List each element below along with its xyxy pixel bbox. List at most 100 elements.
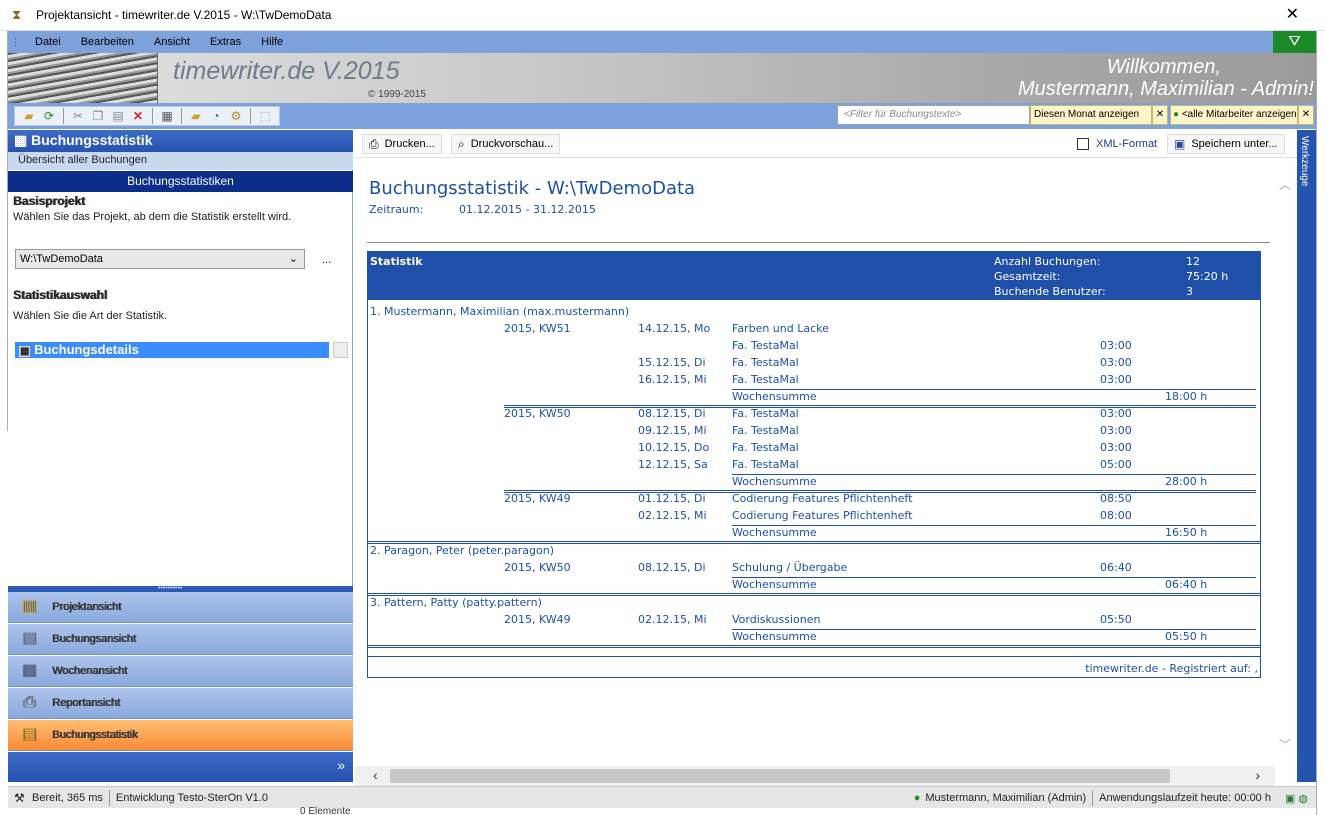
print-preview-button[interactable]: ⌕ Druckvorschau... [451, 134, 561, 154]
statistic-label: Statistikauswahl [13, 288, 108, 302]
selection-icon[interactable]: ⬚ [257, 108, 273, 124]
menu-ansicht[interactable]: Ansicht [154, 36, 190, 48]
copy-icon[interactable]: ❐ [90, 108, 106, 124]
status-tools-icon: ⚒ [14, 790, 25, 805]
toolbar-separator [250, 108, 251, 124]
nav-buchungsansicht[interactable]: ▨ Buchungsansicht [8, 624, 353, 655]
filter-toggle-button[interactable]: ⛛ [1273, 31, 1316, 54]
title-bar: ⧗ Projektansicht - timewriter.de V.2015 … [0, 0, 1325, 31]
scroll-right-icon[interactable]: › [1255, 767, 1260, 783]
entry-text-cell: Schulung / Übergabe [732, 561, 848, 574]
week-cell: 2015, KW50 [504, 561, 571, 574]
save-as-label: Speichern unter... [1191, 138, 1278, 150]
refresh-icon[interactable]: ⟳ [41, 108, 57, 124]
nav-wochenansicht[interactable]: ▦ Wochenansicht [8, 656, 353, 687]
user-icon: ● [913, 792, 921, 804]
horizontal-scrollbar[interactable]: ‹ › [355, 766, 1275, 786]
user-row: 2. Paragon, Peter (peter.paragon) [370, 544, 555, 557]
close-button[interactable]: ✕ [1286, 6, 1299, 24]
statistics-panel: ▦ Buchungsstatistik Übersicht aller Buch… [8, 130, 353, 590]
month-filter[interactable]: Diesen Monat anzeigen [1030, 105, 1152, 125]
week-sum-label: Wochensumme [732, 390, 817, 403]
hourglass-icon: ⧗ [12, 7, 22, 22]
nav-label: Buchungsansicht [52, 633, 136, 645]
entry-time-cell: 03:00 [1100, 441, 1132, 454]
save-status-icon: ▣ [1284, 792, 1296, 805]
week-sum-label: Wochensumme [732, 475, 817, 488]
status-ready: Bereit, 365 ms [32, 791, 103, 804]
bookings-icon: ▨ [21, 630, 37, 647]
menu-hilfe[interactable]: Hilfe [261, 36, 283, 48]
expand-more-icon[interactable]: » [337, 757, 345, 773]
logo-image [8, 53, 158, 103]
save-as-button[interactable]: ▣ Speichern unter... [1167, 134, 1285, 154]
scroll-down-icon[interactable]: ﹀ [1279, 736, 1291, 753]
funnel-icon: ⛛ [1288, 33, 1301, 50]
tools-icon[interactable]: ⚙ [228, 108, 244, 124]
nav-projektansicht[interactable]: ▥ Projektansicht [8, 592, 353, 623]
entry-text-cell: Codierung Features Pflichtenheft [732, 492, 913, 505]
folders-icon: ▥ [21, 598, 37, 615]
toolbar-separator [181, 108, 182, 124]
user-row: 3. Pattern, Patty (patty.pattern) [370, 596, 542, 609]
main-toolbar: ▰ ⟳ ✂ ❐ ▤ ✕ ▦ ▰ ◔ ⚙ ⬚ <Filter für Buchun… [8, 103, 1316, 129]
vertical-scrollbar[interactable]: ︿ ﹀ [1275, 158, 1297, 768]
nav-reportansicht[interactable]: ⎙ Reportansicht [8, 688, 353, 719]
month-filter-clear-button[interactable]: ✕ [1152, 105, 1168, 125]
statistic-select[interactable]: ▦ Buchungsdetails [15, 342, 329, 358]
date-cell: 02.12.15, Mi [638, 613, 707, 626]
menu-datei[interactable]: Datei [35, 36, 61, 48]
status-runtime: Anwendungslaufzeit heute: 00:00 h [1099, 792, 1271, 804]
scroll-up-icon[interactable]: ︿ [1279, 176, 1291, 193]
table-body: 1. Mustermann, Maximilian (max.musterman… [368, 252, 1260, 677]
xml-format-checkbox[interactable] [1077, 138, 1089, 150]
cut-icon[interactable]: ✂ [70, 108, 86, 124]
project-select[interactable]: W:\TwDemoData ⌄ [15, 249, 305, 269]
printer-icon: ⎙ [22, 694, 36, 711]
date-cell: 16.12.15, Mi [638, 373, 707, 386]
open-folder-icon[interactable]: ▰ [21, 108, 37, 124]
print-label: Drucken... [384, 138, 435, 150]
clock-icon[interactable]: ◔ [208, 108, 224, 124]
user-filter-clear-button[interactable]: ✕ [1298, 105, 1314, 125]
print-button[interactable]: ⎙ Drucken... [362, 134, 442, 154]
save-icon: ▣ [1174, 137, 1186, 151]
status-plugin: Entwicklung Testo-SterOn V1.0 [115, 791, 268, 804]
online-status-icon: ◍ [1298, 792, 1308, 805]
statistics-icon: ▤ [21, 726, 37, 743]
statistic-select-value: Buchungsdetails [34, 342, 139, 357]
scrollbar-thumb[interactable] [390, 769, 1170, 783]
nav-buchungsstatistik[interactable]: ▤ Buchungsstatistik [8, 720, 353, 751]
statistic-select-button[interactable] [333, 342, 348, 358]
period-value: 01.12.2015 - 31.12.2015 [459, 203, 596, 216]
date-cell: 01.12.15, Di [638, 492, 706, 505]
background-window-edge [0, 31, 8, 431]
menu-extras[interactable]: Extras [210, 36, 241, 48]
scroll-left-icon[interactable]: ‹ [373, 767, 378, 783]
date-cell: 12.12.15, Sa [638, 458, 708, 471]
chevron-down-icon: ⌄ [288, 253, 298, 265]
delete-icon[interactable]: ✕ [130, 108, 146, 124]
new-folder-icon[interactable]: ▰ [188, 108, 204, 124]
entry-time-cell: 03:00 [1100, 373, 1132, 386]
entry-text-cell: Fa. TestaMal [732, 407, 799, 420]
week-sum-label: Wochensumme [732, 526, 817, 539]
entry-text-cell: Vordiskussionen [732, 613, 821, 626]
paste-icon[interactable]: ▤ [110, 108, 126, 124]
tools-side-tab[interactable]: Werkzeuge [1297, 130, 1316, 782]
panel-header: ▦ Buchungsstatistik [8, 130, 353, 152]
properties-icon[interactable]: ▦ [159, 108, 175, 124]
user-filter[interactable]: ● <alle Mitarbeiter anzeigen> [1170, 105, 1298, 125]
print-preview-label: Druckvorschau... [470, 138, 554, 150]
welcome-line2: Mustermann, Maximilian - Admin! [1017, 78, 1314, 100]
user-divider [368, 645, 1260, 648]
menu-bearbeiten[interactable]: Bearbeiten [81, 36, 134, 48]
entry-time-cell: 05:00 [1100, 458, 1132, 471]
week-sum-value: 05:50 h [1165, 630, 1208, 643]
project-browse-button[interactable]: ... [322, 254, 331, 266]
project-label: Basisprojekt [13, 194, 86, 208]
nav-footer: » [8, 752, 353, 782]
booking-text-filter-input[interactable]: <Filter für Buchungstexte> [837, 105, 1030, 125]
status-separator [108, 789, 110, 806]
statistics-icon: ▦ [14, 132, 28, 148]
